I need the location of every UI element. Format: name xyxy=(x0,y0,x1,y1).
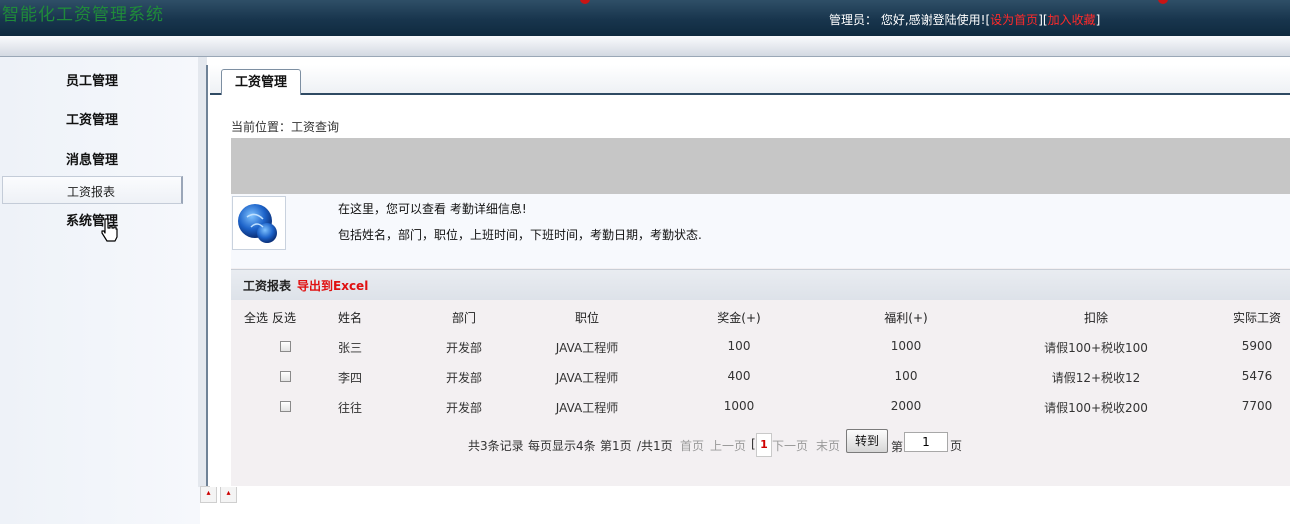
sidebar-subitem-label: 工资报表 xyxy=(67,185,116,199)
pager-first-link[interactable]: 首页 xyxy=(680,437,704,454)
set-home-link[interactable]: 设为首页 xyxy=(990,13,1038,27)
menu-bar xyxy=(0,36,1290,57)
cell-welfare: 1000 xyxy=(890,339,922,353)
pager-bracket: [ xyxy=(751,437,756,451)
cell-dept: 开发部 xyxy=(445,371,483,385)
greeting-text: 您好,感谢登陆使用! xyxy=(880,13,986,27)
export-excel-link[interactable]: 导出到Excel xyxy=(297,277,368,294)
welcome-text: 管理员： 您好,感谢登陆使用![设为首页][加入收藏] xyxy=(829,13,1101,27)
info-line-1: 在这里，您可以查看 考勤详细信息! xyxy=(338,202,527,216)
sidebar-item-message[interactable]: 消息管理 xyxy=(66,149,118,168)
column-header-actual-salary: 实际工资 xyxy=(1232,311,1282,325)
table-title-bar xyxy=(231,269,1290,300)
cell-dept: 开发部 xyxy=(445,401,483,415)
sidebar-item-employee[interactable]: 员工管理 xyxy=(66,70,118,89)
cell-name: 李四 xyxy=(337,371,363,385)
cell-actual-salary: 7700 xyxy=(1241,399,1273,413)
cell-deduction: 请假100+税收200 xyxy=(1044,401,1148,415)
add-favorite-link[interactable]: 加入收藏 xyxy=(1048,13,1096,27)
top-header: 智能化工资管理系统 管理员： 您好,感谢登陆使用![设为首页][加入收藏] xyxy=(0,0,1290,36)
breadcrumb: 当前位置：工资查询 xyxy=(231,120,340,134)
app-title: 智能化工资管理系统 xyxy=(2,5,164,25)
banner-band xyxy=(231,138,1290,194)
collapse-left-icon[interactable]: ▴ xyxy=(200,486,217,503)
cell-welfare: 2000 xyxy=(890,399,922,413)
frame-divider xyxy=(206,65,208,490)
decorative-dot xyxy=(1158,0,1168,4)
page-number-input[interactable] xyxy=(904,432,948,452)
go-to-page-button[interactable]: 转到 xyxy=(846,429,888,453)
tab-strip xyxy=(210,65,1290,95)
sidebar: 员工管理 工资管理 消息管理 工资报表 系统管理 xyxy=(0,57,200,524)
sidebar-subitem-salary-report[interactable]: 工资报表 xyxy=(2,176,183,204)
row-checkbox[interactable] xyxy=(280,401,291,412)
collapse-right-icon[interactable]: ▴ xyxy=(220,486,237,503)
pager-prev-link[interactable]: 上一页 xyxy=(710,437,746,454)
cell-position: JAVA工程师 xyxy=(555,341,619,355)
invert-select-link[interactable]: 反选 xyxy=(272,309,296,326)
pager-next-link[interactable]: 下一页 xyxy=(772,437,808,454)
cell-deduction: 请假12+税收12 xyxy=(1051,371,1141,385)
pager-current: 第1页 xyxy=(600,439,632,453)
tab-salary-management[interactable]: 工资管理 xyxy=(221,69,301,95)
admin-label: 管理员： xyxy=(829,13,878,27)
column-header-name: 姓名 xyxy=(337,311,363,325)
cell-position: JAVA工程师 xyxy=(555,401,619,415)
sidebar-item-salary[interactable]: 工资管理 xyxy=(66,109,118,128)
cell-dept: 开发部 xyxy=(445,341,483,355)
cell-actual-salary: 5476 xyxy=(1241,369,1273,383)
cell-bonus: 1000 xyxy=(723,399,755,413)
column-header-welfare: 福利(+) xyxy=(884,311,928,325)
row-checkbox[interactable] xyxy=(280,341,291,352)
cell-welfare: 100 xyxy=(894,369,918,383)
pager-per-page: 每页显示4条 xyxy=(528,439,596,453)
pointer-cursor-icon xyxy=(101,218,118,242)
cell-deduction: 请假100+税收100 xyxy=(1044,341,1148,355)
cell-bonus: 100 xyxy=(727,339,751,353)
pager-di-label: 第 xyxy=(891,440,904,454)
column-header-dept: 部门 xyxy=(451,311,477,325)
pager-total: 共3条记录 xyxy=(468,439,524,453)
pager-last-link[interactable]: 末页 xyxy=(816,437,840,454)
globe-info-icon xyxy=(232,196,286,250)
column-header-deduction: 扣除 xyxy=(1083,311,1109,325)
cell-name: 往往 xyxy=(337,401,363,415)
cell-name: 张三 xyxy=(337,341,363,355)
table-title: 工资报表 xyxy=(243,279,292,293)
cell-bonus: 400 xyxy=(727,369,751,383)
info-line-2: 包括姓名，部门，职位，上班时间，下班时间，考勤日期，考勤状态. xyxy=(338,228,702,242)
pager-page-number[interactable]: 1 xyxy=(756,433,772,457)
row-checkbox[interactable] xyxy=(280,371,291,382)
select-all-link[interactable]: 全选 xyxy=(244,309,268,326)
pager-ye-label: 页 xyxy=(950,439,963,453)
pager-pages: /共1页 xyxy=(637,439,673,453)
column-header-bonus: 奖金(+) xyxy=(717,311,761,325)
cell-position: JAVA工程师 xyxy=(555,371,619,385)
decorative-dot xyxy=(580,0,590,4)
cell-actual-salary: 5900 xyxy=(1241,339,1273,353)
column-header-position: 职位 xyxy=(574,311,600,325)
